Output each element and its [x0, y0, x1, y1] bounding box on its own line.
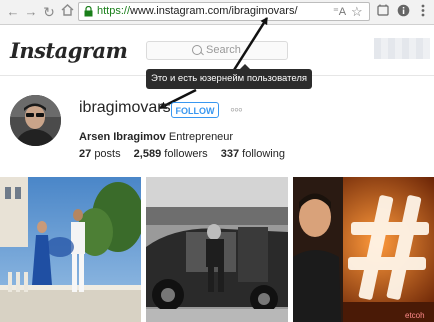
- stat-followers[interactable]: 2,589 followers: [134, 148, 208, 160]
- stat-label: following: [242, 148, 285, 160]
- profile-bio-text: Entrepreneur: [168, 131, 234, 143]
- stat-value: 27: [79, 148, 92, 160]
- profile-username: ibragimovars: [79, 99, 171, 116]
- photo-watermark: etcoh: [405, 311, 425, 320]
- post-thumbnail[interactable]: [146, 177, 288, 322]
- profile-bio: Arsen Ibragimov Entrepreneur: [79, 131, 233, 143]
- arrow-to-url: [232, 17, 269, 71]
- avatar[interactable]: [10, 95, 61, 146]
- stat-value: 2,589: [133, 148, 162, 160]
- post-thumbnail[interactable]: etcoh: [293, 177, 434, 322]
- annotation-tooltip: Это и есть юзернейм пользователя: [146, 64, 312, 89]
- profile-stats: 27 posts 2,589 followers 337 following: [79, 148, 295, 160]
- stat-posts[interactable]: 27 posts: [79, 148, 121, 160]
- stat-value: 337: [220, 148, 240, 160]
- more-options-icon[interactable]: ◦◦◦: [230, 101, 243, 117]
- profile-full-name: Arsen Ibragimov: [79, 131, 166, 143]
- post-thumbnail[interactable]: [0, 177, 141, 322]
- stat-label: posts: [94, 148, 121, 160]
- stat-following[interactable]: 337 following: [221, 148, 285, 160]
- stat-label: followers: [164, 148, 208, 160]
- follow-button[interactable]: FOLLOW: [171, 102, 219, 118]
